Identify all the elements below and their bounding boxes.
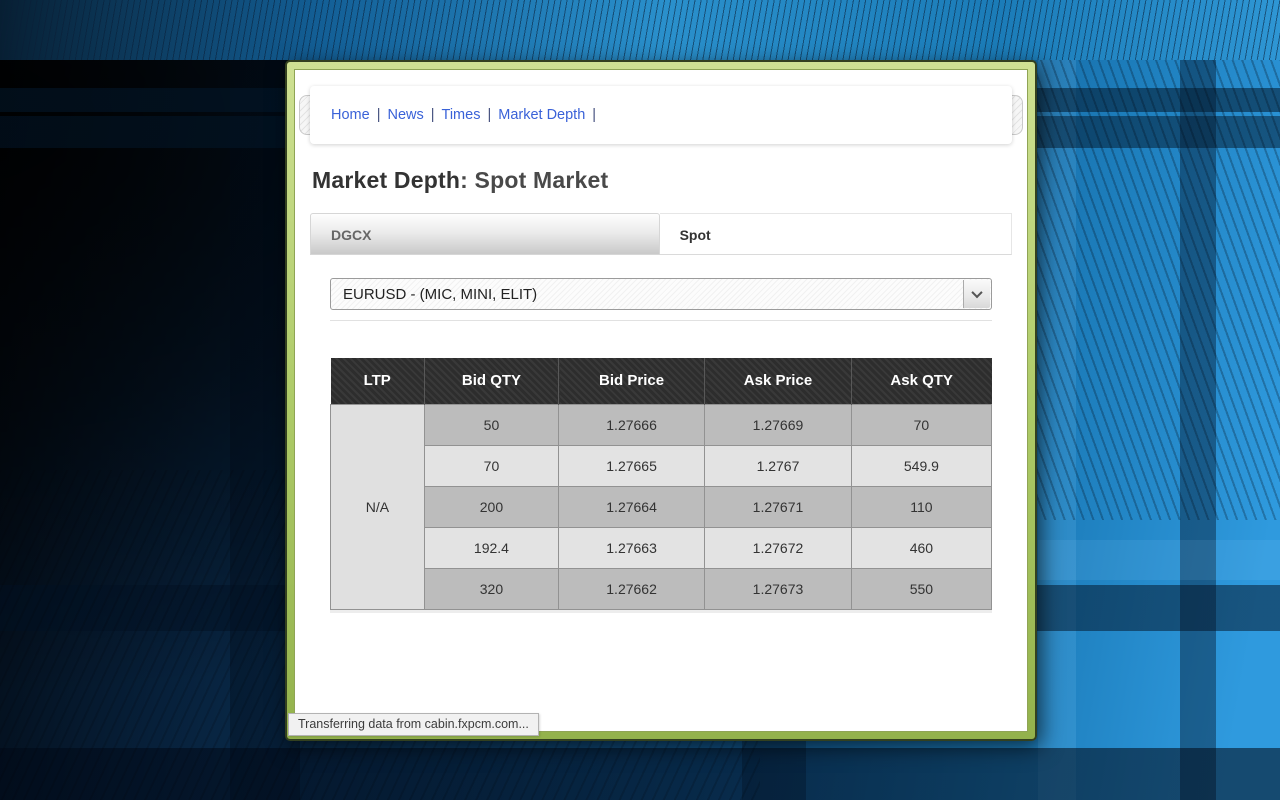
- status-bar: Transferring data from cabin.fxpcm.com..…: [288, 713, 539, 736]
- nav-link-times[interactable]: Times: [442, 107, 481, 123]
- header-ltp: LTP: [331, 358, 425, 404]
- bid-qty: 200: [424, 486, 558, 527]
- instrument-select-value: EURUSD - (MIC, MINI, ELIT): [343, 286, 537, 303]
- divider-line: [330, 320, 992, 321]
- tab-dgcx[interactable]: DGCX: [310, 213, 660, 255]
- ask-price[interactable]: 1.27669: [705, 404, 852, 445]
- page-content: Home | News | Times | Market Depth | Mar…: [295, 70, 1027, 731]
- dropdown-arrow-button[interactable]: [963, 280, 990, 308]
- wallpaper-top-strip: [0, 0, 1280, 60]
- nav-bar: Home | News | Times | Market Depth |: [310, 86, 1012, 144]
- browser-viewport: Home | News | Times | Market Depth | Mar…: [294, 69, 1028, 732]
- page-title: Market Depth: Spot Market: [312, 167, 1010, 194]
- nav-link-news[interactable]: News: [387, 107, 423, 123]
- header-bid-qty: Bid QTY: [424, 358, 558, 404]
- ask-qty: 460: [851, 527, 991, 568]
- page-title-secondary: : Spot Market: [460, 167, 608, 193]
- ask-price[interactable]: 1.2767: [705, 445, 852, 486]
- table-row: 70 1.27665 1.2767 549.9: [331, 445, 992, 486]
- table-header-row: LTP Bid QTY Bid Price Ask Price Ask QTY: [331, 358, 992, 404]
- ask-qty: 110: [851, 486, 991, 527]
- instrument-select[interactable]: EURUSD - (MIC, MINI, ELIT): [330, 278, 992, 310]
- wallpaper-band-right: [1038, 540, 1280, 580]
- bid-price[interactable]: 1.27662: [559, 568, 705, 609]
- header-ask-qty: Ask QTY: [851, 358, 991, 404]
- tab-spot[interactable]: Spot: [660, 213, 1012, 255]
- ltp-value: N/A: [331, 404, 425, 609]
- bid-price[interactable]: 1.27663: [559, 527, 705, 568]
- ask-price[interactable]: 1.27673: [705, 568, 852, 609]
- header-ask-price: Ask Price: [705, 358, 852, 404]
- header-bid-price: Bid Price: [559, 358, 705, 404]
- nav-link-home[interactable]: Home: [331, 107, 370, 123]
- browser-window-frame: Home | News | Times | Market Depth | Mar…: [285, 60, 1037, 741]
- nav-separator: |: [592, 107, 596, 123]
- table-row: 320 1.27662 1.27673 550: [331, 568, 992, 609]
- bid-price[interactable]: 1.27666: [559, 404, 705, 445]
- table-row: 200 1.27664 1.27671 110: [331, 486, 992, 527]
- ask-qty: 549.9: [851, 445, 991, 486]
- top-navigation: Home | News | Times | Market Depth |: [310, 86, 1012, 144]
- bid-qty: 192.4: [424, 527, 558, 568]
- market-tabs: DGCX Spot: [310, 213, 1012, 255]
- page-title-primary: Market Depth: [312, 167, 460, 193]
- nav-separator: |: [487, 107, 491, 123]
- bid-qty: 50: [424, 404, 558, 445]
- market-depth-table: LTP Bid QTY Bid Price Ask Price Ask QTY …: [330, 358, 992, 610]
- ask-qty: 550: [851, 568, 991, 609]
- ask-price[interactable]: 1.27671: [705, 486, 852, 527]
- nav-separator: |: [431, 107, 435, 123]
- nav-link-market-depth[interactable]: Market Depth: [498, 107, 585, 123]
- bid-qty: 320: [424, 568, 558, 609]
- wallpaper-streaks-top-right: [1035, 60, 1280, 520]
- bid-qty: 70: [424, 445, 558, 486]
- nav-separator: |: [377, 107, 381, 123]
- bid-price[interactable]: 1.27664: [559, 486, 705, 527]
- table-row: 192.4 1.27663 1.27672 460: [331, 527, 992, 568]
- bid-price[interactable]: 1.27665: [559, 445, 705, 486]
- table-row: N/A 50 1.27666 1.27669 70: [331, 404, 992, 445]
- ask-qty: 70: [851, 404, 991, 445]
- chevron-down-icon: [971, 287, 982, 298]
- ask-price[interactable]: 1.27672: [705, 527, 852, 568]
